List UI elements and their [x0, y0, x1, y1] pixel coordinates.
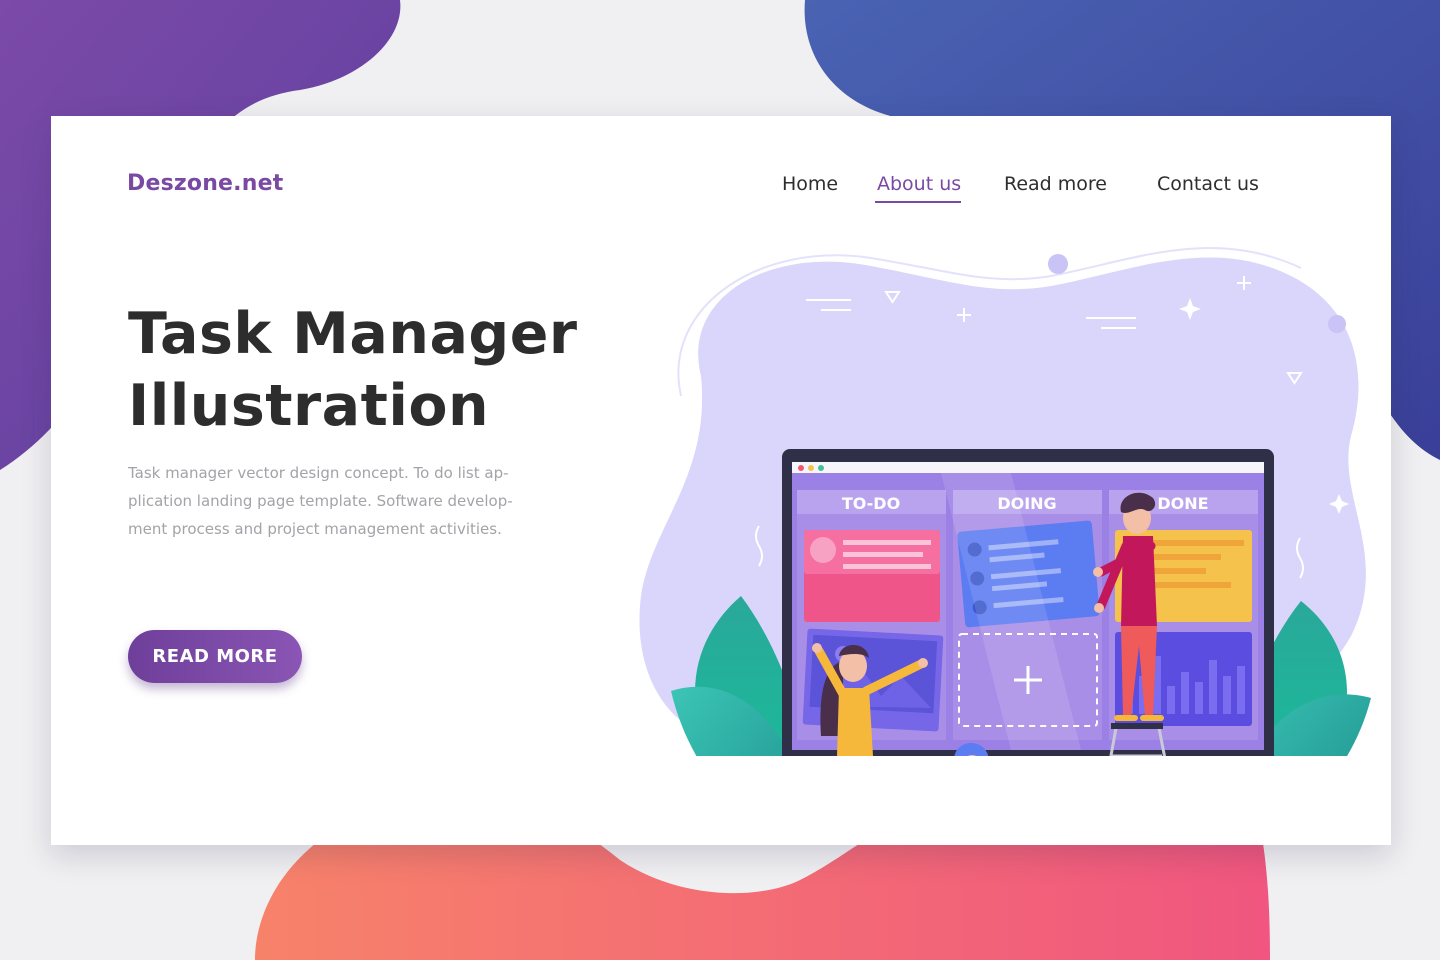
nav-home[interactable]: Home: [782, 173, 838, 195]
decor-dot: [1328, 315, 1346, 333]
hero-description-line: ment process and project management acti…: [128, 520, 502, 538]
nav-about-us[interactable]: About us: [877, 173, 961, 195]
hero-description-line: Task manager vector design concept. To d…: [128, 464, 509, 482]
hero-title-line: Task Manager: [128, 301, 578, 367]
hero-title-line: Illustration: [128, 373, 490, 439]
task-manager-illustration: TO-DO DOING DONE: [639, 247, 1371, 756]
browser-titlebar: [792, 462, 1264, 473]
nav-active-underline: [875, 201, 961, 203]
hero-description-line: plication landing page template. Softwar…: [128, 492, 513, 510]
landing-card: Deszone.net Home About us Read more Cont…: [51, 116, 1391, 845]
nav-contact-us[interactable]: Contact us: [1157, 173, 1259, 195]
nav-read-more[interactable]: Read more: [1004, 173, 1107, 195]
top-nav: Home About us Read more Contact us: [51, 173, 1391, 205]
hero-title: Task Manager Illustration: [128, 298, 577, 442]
column-title-todo: TO-DO: [842, 494, 900, 513]
decor-dot: [1048, 254, 1068, 274]
browser-dots-icon: [798, 465, 824, 471]
column-title-done: DONE: [1157, 494, 1208, 513]
read-more-button[interactable]: READ MORE: [128, 630, 302, 683]
hero-description: Task manager vector design concept. To d…: [128, 459, 538, 543]
